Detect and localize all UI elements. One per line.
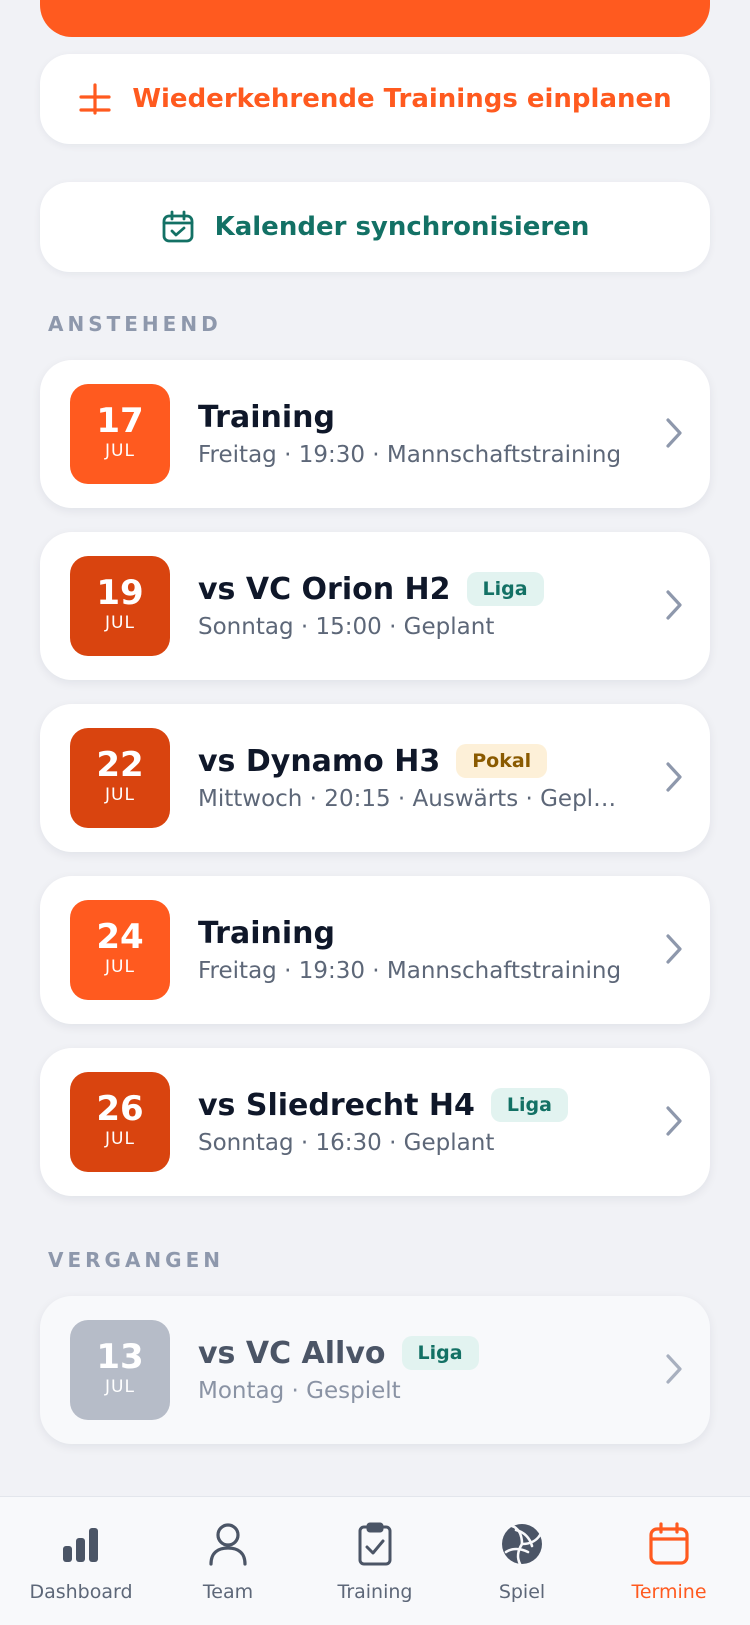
date-day: 13	[96, 1337, 144, 1377]
date-month: JUL	[105, 785, 135, 805]
volleyball-icon	[447, 1519, 597, 1569]
section-upcoming-label: ANSTEHEND	[48, 312, 222, 336]
chevron-right-icon	[664, 760, 684, 798]
chevron-right-icon	[664, 416, 684, 454]
date-day: 17	[96, 401, 144, 441]
date-badge: 13 JUL	[70, 1320, 170, 1420]
date-month: JUL	[105, 1377, 135, 1397]
date-month: JUL	[105, 613, 135, 633]
event-card[interactable]: 26 JUL vs Sliedrecht H4 Liga Sonntag · 1…	[40, 1048, 710, 1196]
schedule-recurring-trainings-button[interactable]: Wiederkehrende Trainings einplanen	[40, 54, 710, 144]
competition-badge: Liga	[490, 1088, 568, 1122]
event-card[interactable]: 17 JUL Training Freitag · 19:30 · Mannsc…	[40, 360, 710, 508]
nav-item-team[interactable]: Team	[153, 1519, 303, 1603]
nav-item-training[interactable]: Training	[300, 1519, 450, 1603]
calendar-check-icon	[161, 210, 195, 244]
nav-label: Team	[202, 1581, 254, 1603]
event-subtitle: Freitag · 19:30 · Mannschaftstraining	[198, 958, 622, 984]
chevron-right-icon	[664, 932, 684, 970]
event-subtitle: Sonntag · 15:00 · Geplant	[198, 614, 495, 640]
event-title: vs VC Allvo	[198, 1335, 386, 1371]
bar-chart-icon	[6, 1519, 156, 1569]
sync-calendar-label: Kalender synchronisieren	[214, 212, 590, 242]
primary-action-button[interactable]	[40, 0, 710, 37]
nav-label: Dashboard	[29, 1581, 133, 1603]
date-badge: 26 JUL	[70, 1072, 170, 1172]
date-month: JUL	[105, 957, 135, 977]
date-month: JUL	[105, 441, 135, 461]
event-title: vs Sliedrecht H4	[198, 1087, 475, 1123]
event-title: vs Dynamo H3	[198, 743, 441, 779]
sync-calendar-button[interactable]: Kalender synchronisieren	[40, 182, 710, 272]
event-card[interactable]: 19 JUL vs VC Orion H2 Liga Sonntag · 15:…	[40, 532, 710, 680]
date-day: 24	[96, 917, 144, 957]
nav-label: Termine	[631, 1581, 707, 1603]
event-title: Training	[198, 399, 335, 435]
nav-item-spiel[interactable]: Spiel	[447, 1519, 597, 1603]
competition-badge: Pokal	[456, 744, 548, 778]
clipboard-check-icon	[300, 1519, 450, 1569]
date-day: 19	[96, 573, 144, 613]
event-card[interactable]: 22 JUL vs Dynamo H3 Pokal Mittwoch · 20:…	[40, 704, 710, 852]
section-past-label: VERGANGEN	[48, 1248, 224, 1272]
event-subtitle: Sonntag · 16:30 · Geplant	[198, 1130, 495, 1156]
date-day: 22	[96, 745, 144, 785]
date-day: 26	[96, 1089, 144, 1129]
date-month: JUL	[105, 1129, 135, 1149]
event-title: Training	[198, 915, 335, 951]
event-subtitle: Freitag · 19:30 · Mannschaftstraining	[198, 442, 622, 468]
schedule-recurring-label: Wiederkehrende Trainings einplanen	[132, 84, 672, 114]
calendar-icon	[594, 1519, 744, 1569]
past-event-card[interactable]: 13 JUL vs VC Allvo Liga Montag · Gespiel…	[40, 1296, 710, 1444]
event-card[interactable]: 24 JUL Training Freitag · 19:30 · Mannsc…	[40, 876, 710, 1024]
competition-badge: Liga	[466, 572, 544, 606]
nav-item-termine[interactable]: Termine	[594, 1519, 744, 1603]
event-subtitle: Mittwoch · 20:15 · Auswärts · Geplant	[198, 786, 628, 812]
chevron-right-icon	[664, 588, 684, 626]
event-title: vs VC Orion H2	[198, 571, 451, 607]
person-icon	[153, 1519, 303, 1569]
nav-label: Training	[337, 1581, 413, 1603]
date-badge: 22 JUL	[70, 728, 170, 828]
date-badge: 24 JUL	[70, 900, 170, 1000]
chevron-right-icon	[664, 1104, 684, 1142]
date-badge: 17 JUL	[70, 384, 170, 484]
chevron-right-icon	[664, 1352, 684, 1390]
nav-label: Spiel	[498, 1581, 546, 1603]
plus-icon	[78, 82, 112, 116]
bottom-nav: Dashboard Team Training Spiel Termine	[0, 1496, 750, 1625]
nav-item-dashboard[interactable]: Dashboard	[6, 1519, 156, 1603]
event-subtitle: Montag · Gespielt	[198, 1378, 401, 1404]
competition-badge: Liga	[401, 1336, 479, 1370]
date-badge: 19 JUL	[70, 556, 170, 656]
